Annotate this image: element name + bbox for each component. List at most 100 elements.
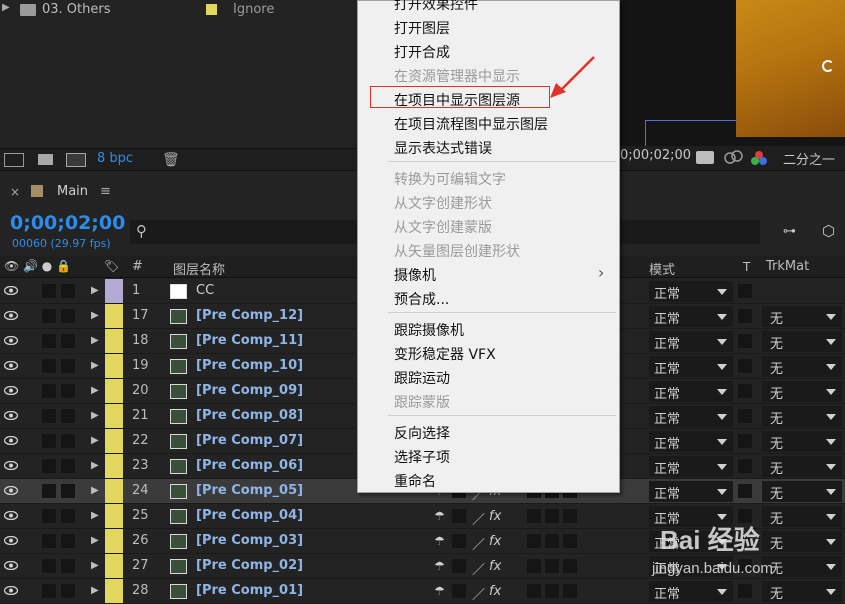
track-matte-select[interactable]: 无 — [762, 431, 842, 452]
layer-name[interactable]: [Pre Comp_11] — [196, 333, 303, 348]
layer-label-color[interactable] — [105, 329, 123, 353]
solo-toggle[interactable] — [42, 559, 56, 573]
layer-label-color[interactable] — [105, 554, 123, 578]
lock-toggle[interactable] — [61, 284, 75, 298]
solo-toggle[interactable] — [42, 509, 56, 523]
collapse-switch[interactable] — [452, 534, 466, 548]
solo-toggle[interactable] — [42, 309, 56, 323]
track-matte-select[interactable]: 无 — [762, 531, 842, 552]
adjustment-switch[interactable] — [563, 534, 577, 548]
col-layer-name[interactable]: 图层名称 — [173, 259, 225, 278]
layer-name[interactable]: [Pre Comp_01] — [196, 583, 303, 598]
layer-label-color[interactable] — [105, 304, 123, 328]
preserve-transparency-toggle[interactable] — [738, 284, 752, 298]
visibility-eye-icon[interactable] — [4, 586, 18, 595]
collapse-switch[interactable] — [452, 509, 466, 523]
layer-name[interactable]: [Pre Comp_07] — [196, 433, 303, 448]
adjustment-switch[interactable] — [563, 509, 577, 523]
menu-item[interactable]: 打开图层 — [394, 18, 450, 38]
visibility-eye-icon[interactable] — [4, 336, 18, 345]
menu-item[interactable]: 打开合成 — [394, 42, 450, 62]
col-mode[interactable]: 模式 — [649, 259, 675, 278]
lock-toggle[interactable] — [61, 309, 75, 323]
frame-blend-switch[interactable] — [527, 559, 541, 573]
visibility-eye-icon[interactable] — [4, 486, 18, 495]
quality-switch-icon[interactable]: ／ — [472, 559, 485, 578]
visibility-eye-icon[interactable] — [4, 311, 18, 320]
layer-label-color[interactable] — [105, 279, 123, 303]
blend-mode-select[interactable]: 正常 — [649, 381, 733, 402]
lock-toggle[interactable] — [61, 409, 75, 423]
preserve-transparency-toggle[interactable] — [738, 384, 752, 398]
layer-label-color[interactable] — [105, 404, 123, 428]
solo-toggle[interactable] — [42, 409, 56, 423]
visibility-eye-icon[interactable] — [4, 511, 18, 520]
layer-search-input[interactable]: ⚲ — [130, 220, 358, 244]
comp-flowchart-icon[interactable]: ⊶ — [783, 224, 796, 239]
visibility-eye-icon[interactable] — [4, 386, 18, 395]
tab-main[interactable]: Main — [57, 184, 88, 199]
shy-switch-icon[interactable]: ☂ — [434, 534, 445, 550]
solo-toggle[interactable] — [42, 584, 56, 598]
solo-toggle[interactable] — [42, 459, 56, 473]
visibility-eye-icon[interactable] — [4, 536, 18, 545]
layer-name[interactable]: [Pre Comp_12] — [196, 308, 303, 323]
lock-toggle[interactable] — [61, 559, 75, 573]
track-matte-select[interactable]: 无 — [762, 581, 842, 602]
label-tag-icon[interactable]: 🏷 — [104, 259, 119, 273]
bpc-toggle[interactable]: 8 bpc — [97, 151, 133, 166]
layer-label-color[interactable] — [105, 354, 123, 378]
layer-name[interactable]: [Pre Comp_06] — [196, 458, 303, 473]
motion-blur-switch[interactable] — [545, 559, 559, 573]
visibility-eye-icon[interactable] — [4, 286, 18, 295]
menu-item[interactable]: 打开效果控件 — [394, 0, 478, 14]
project-folder-name[interactable]: 03. Others — [42, 2, 111, 17]
track-matte-select[interactable]: 无 — [762, 331, 842, 352]
quality-switch-icon[interactable]: ／ — [472, 509, 485, 528]
layer-name[interactable]: [Pre Comp_03] — [196, 533, 303, 548]
blend-mode-select[interactable]: 正常 — [649, 306, 733, 327]
quality-switch-icon[interactable]: ／ — [472, 534, 485, 553]
layer-label-color[interactable] — [105, 429, 123, 453]
layer-name[interactable]: [Pre Comp_10] — [196, 358, 303, 373]
blend-mode-select[interactable]: 正常 — [649, 356, 733, 377]
shy-switch-icon[interactable]: ☂ — [434, 509, 445, 525]
expand-layer-icon[interactable]: ▶ — [91, 535, 99, 546]
track-matte-select[interactable]: 无 — [762, 481, 842, 502]
visibility-eye-icon[interactable] — [4, 361, 18, 370]
blend-mode-select[interactable]: 正常 — [649, 281, 733, 302]
expand-layer-icon[interactable]: ▶ — [91, 310, 99, 321]
expand-layer-icon[interactable]: ▶ — [91, 285, 99, 296]
col-t[interactable]: T — [743, 260, 750, 274]
viewer-timecode[interactable]: 0;00;02;00 — [620, 148, 691, 163]
solo-toggle[interactable] — [42, 434, 56, 448]
menu-item[interactable]: 重命名 — [394, 471, 436, 491]
menu-item[interactable]: 跟踪运动 — [394, 368, 450, 388]
label-color-swatch[interactable] — [206, 4, 217, 15]
menu-item[interactable]: 预合成... — [394, 289, 449, 309]
blend-mode-select[interactable]: 正常 — [649, 406, 733, 427]
layer-row[interactable]: ▶ 28 [Pre Comp_01] ☂ ／ fx 正常 无 — [0, 579, 845, 604]
menu-item[interactable]: 变形稳定器 VFX — [394, 344, 496, 364]
track-matte-select[interactable]: 无 — [762, 381, 842, 402]
blend-mode-select[interactable]: 正常 — [649, 481, 733, 502]
solo-toggle[interactable] — [42, 484, 56, 498]
track-matte-select[interactable]: 无 — [762, 356, 842, 377]
lock-toggle[interactable] — [61, 459, 75, 473]
track-matte-select[interactable]: 无 — [762, 456, 842, 477]
col-trkmat[interactable]: TrkMat — [766, 259, 809, 274]
preserve-transparency-toggle[interactable] — [738, 334, 752, 348]
preserve-transparency-toggle[interactable] — [738, 409, 752, 423]
layer-label-color[interactable] — [105, 479, 123, 503]
lock-toggle[interactable] — [61, 484, 75, 498]
visibility-eye-icon[interactable] — [4, 411, 18, 420]
expand-layer-icon[interactable]: ▶ — [91, 460, 99, 471]
preserve-transparency-toggle[interactable] — [738, 309, 752, 323]
preserve-transparency-toggle[interactable] — [738, 359, 752, 373]
layer-label-color[interactable] — [105, 504, 123, 528]
lock-toggle[interactable] — [61, 334, 75, 348]
frame-blend-switch[interactable] — [527, 584, 541, 598]
effects-fx-icon[interactable]: fx — [489, 584, 501, 600]
lock-toggle[interactable] — [61, 384, 75, 398]
resolution-dropdown[interactable]: 二分之一 — [783, 149, 835, 168]
